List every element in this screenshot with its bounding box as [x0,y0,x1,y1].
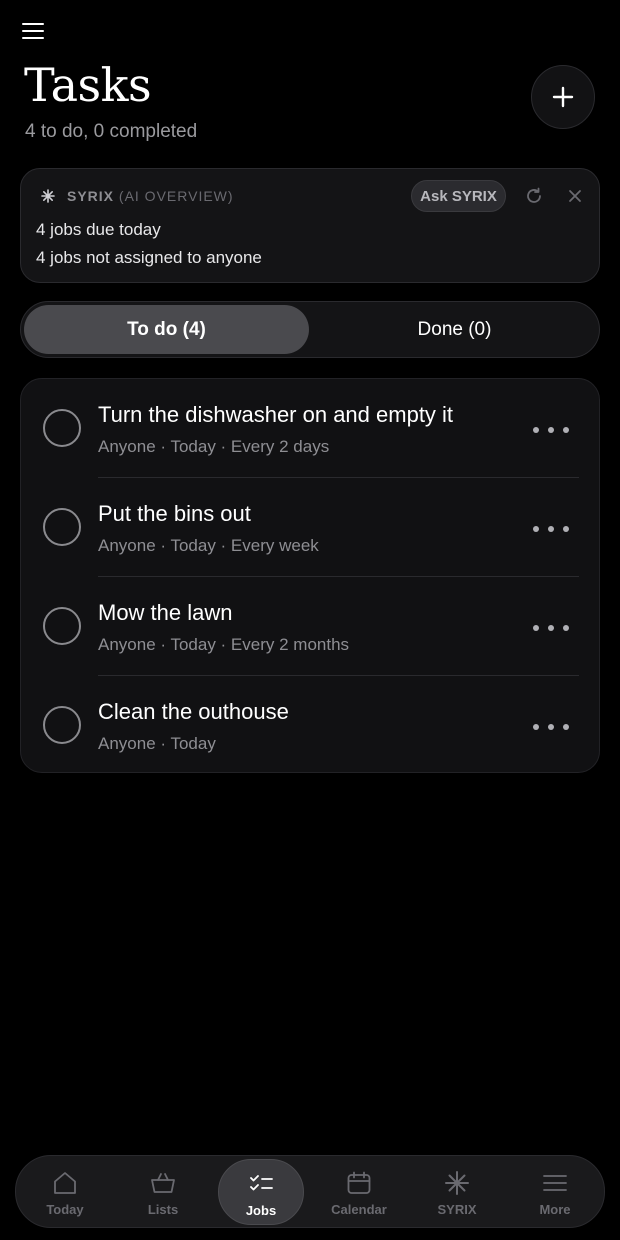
close-icon[interactable] [565,186,585,206]
task-meta: Anyone · Today · Every 2 months [98,635,350,654]
task-row[interactable]: Mow the lawn Anyone · Today · Every 2 mo… [21,577,601,676]
ai-tag-label: (AI OVERVIEW) [118,188,234,204]
syrix-star-icon [445,1171,469,1195]
task-row[interactable]: Put the bins out Anyone · Today · Every … [21,478,601,577]
task-checkbox[interactable] [43,508,81,546]
task-meta: Anyone · Today · Every week [98,536,319,555]
page-subtitle: 4 to do, 0 completed [25,121,198,142]
tab-done[interactable]: Done (0) [311,305,598,354]
more-options-icon[interactable] [533,423,569,437]
more-options-icon[interactable] [533,522,569,536]
nav-item-calendar[interactable]: Calendar [314,1159,404,1225]
bottom-nav: Today Lists Jobs Calendar SYRIX More [15,1155,605,1228]
task-checkbox[interactable] [43,607,81,645]
ask-syrix-button[interactable]: Ask SYRIX [411,180,506,212]
more-options-icon[interactable] [533,621,569,635]
task-meta: Anyone · Today [98,734,216,753]
todo-done-segmented-control: To do (4) Done (0) [20,301,600,358]
syrix-star-icon [41,189,55,203]
plus-icon [552,86,574,108]
ai-brand-label: SYRIX [67,188,115,204]
task-row[interactable]: Clean the outhouse Anyone · Today [21,676,601,775]
refresh-icon[interactable] [523,185,545,207]
nav-item-today[interactable]: Today [20,1159,110,1225]
task-list: Turn the dishwasher on and empty it Anyo… [20,378,600,773]
ai-overview-card: SYRIX (AI OVERVIEW) Ask SYRIX 4 jobs due… [20,168,600,283]
task-title: Put the bins out [98,501,251,526]
task-title: Turn the dishwasher on and empty it [98,402,454,427]
nav-item-jobs[interactable]: Jobs [218,1159,304,1225]
nav-label: SYRIX [437,1202,477,1217]
hamburger-menu-icon[interactable] [22,18,52,44]
task-row[interactable]: Turn the dishwasher on and empty it Anyo… [21,379,601,478]
menu-icon [543,1175,567,1191]
checklist-icon [250,1175,273,1191]
tab-todo[interactable]: To do (4) [24,305,309,354]
more-options-icon[interactable] [533,720,569,734]
nav-item-more[interactable]: More [510,1159,600,1225]
task-checkbox[interactable] [43,409,81,447]
basket-icon [151,1173,175,1193]
ai-summary-line: 4 jobs due today [36,220,161,239]
nav-label: More [539,1202,571,1217]
nav-item-syrix[interactable]: SYRIX [412,1159,502,1225]
nav-label: Today [46,1202,84,1217]
nav-label: Lists [147,1202,179,1217]
task-title: Clean the outhouse [98,699,289,724]
nav-label: Jobs [245,1203,277,1218]
home-icon [54,1172,76,1194]
task-meta: Anyone · Today · Every 2 days [98,437,330,456]
task-title: Mow the lawn [98,600,233,625]
task-checkbox[interactable] [43,706,81,744]
ai-overview-header: SYRIX (AI OVERVIEW) [41,188,234,204]
calendar-icon [347,1171,371,1194]
nav-label: Calendar [331,1202,387,1217]
nav-item-lists[interactable]: Lists [118,1159,208,1225]
add-task-button[interactable] [531,65,595,129]
page-title: Tasks [24,58,152,112]
ai-summary-line: 4 jobs not assigned to anyone [36,248,262,267]
